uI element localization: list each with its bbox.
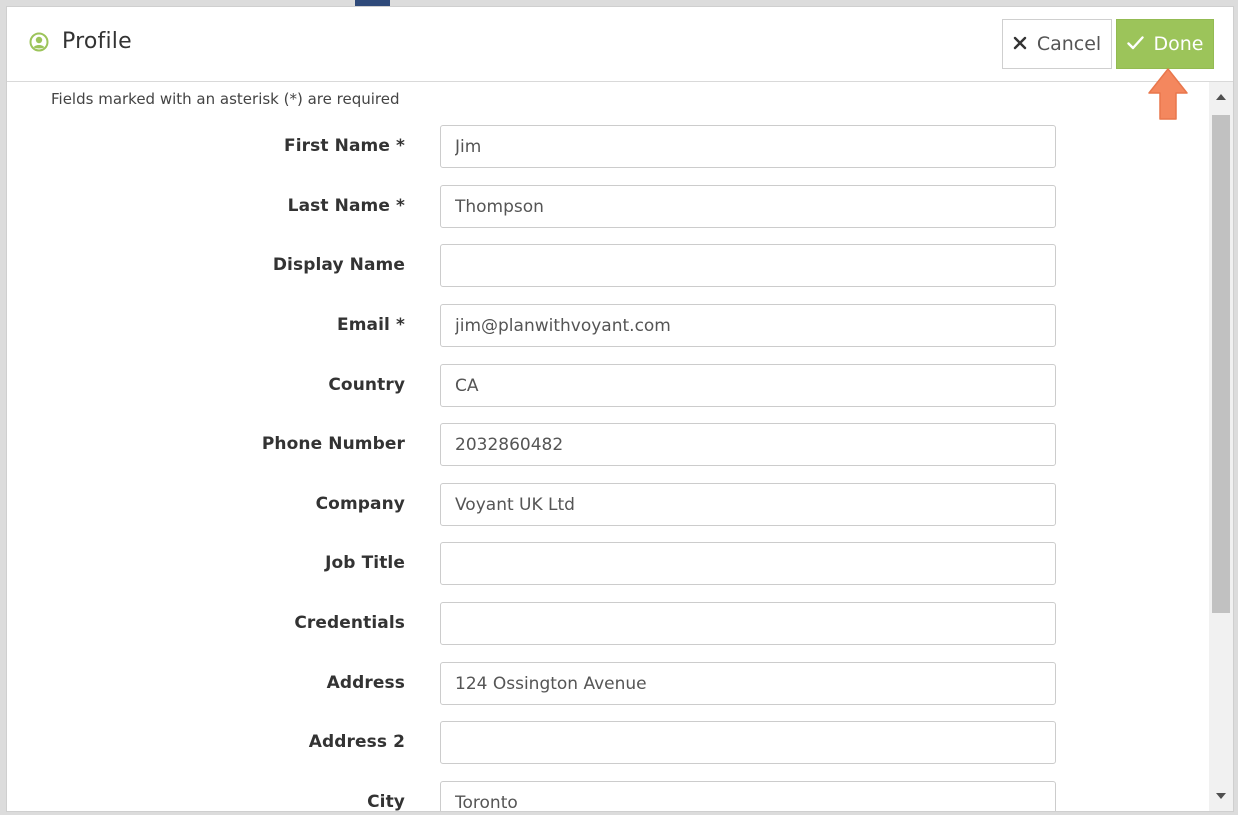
checkmark-icon xyxy=(1126,33,1144,55)
country-input[interactable] xyxy=(440,364,1056,407)
cancel-button-label: Cancel xyxy=(1036,33,1102,55)
credentials-label: Credentials xyxy=(294,613,405,633)
cancel-button[interactable]: Cancel xyxy=(1002,19,1112,69)
first-name-input[interactable] xyxy=(440,125,1056,168)
form-row-city: City xyxy=(7,781,1107,811)
dialog-title: Profile xyxy=(62,29,132,54)
display-name-label: Display Name xyxy=(272,255,405,275)
phone-number-input[interactable] xyxy=(440,423,1056,466)
phone-number-label: Phone Number xyxy=(261,434,405,454)
country-label: Country xyxy=(328,375,405,395)
form-row-phone-number: Phone Number xyxy=(7,423,1107,467)
scroll-up-arrow-icon[interactable] xyxy=(1209,86,1233,108)
form-row-address-2: Address 2 xyxy=(7,721,1107,765)
form-scroll-area: Fields marked with an asterisk (*) are r… xyxy=(7,82,1209,811)
form-row-company: Company xyxy=(7,483,1107,527)
profile-dialog: Profile Cancel Done Fields marked with a… xyxy=(6,6,1234,812)
first-name-label: First Name * xyxy=(284,136,405,156)
close-icon xyxy=(1013,33,1027,55)
form-row-country: Country xyxy=(7,364,1107,408)
company-input[interactable] xyxy=(440,483,1056,526)
form-row-first-name: First Name * xyxy=(7,125,1107,169)
vertical-scrollbar[interactable] xyxy=(1209,82,1233,811)
form-row-address: Address xyxy=(7,662,1107,706)
last-name-label: Last Name * xyxy=(287,196,405,216)
user-circle-icon xyxy=(29,32,49,52)
dialog-title-wrap: Profile xyxy=(29,29,132,54)
display-name-input[interactable] xyxy=(440,244,1056,287)
company-label: Company xyxy=(315,494,405,514)
done-button-label: Done xyxy=(1153,33,1204,55)
form-row-last-name: Last Name * xyxy=(7,185,1107,229)
city-input[interactable] xyxy=(440,781,1056,811)
done-button[interactable]: Done xyxy=(1116,19,1214,69)
form-row-job-title: Job Title xyxy=(7,542,1107,586)
address-2-label: Address 2 xyxy=(308,732,405,752)
scroll-down-arrow-icon[interactable] xyxy=(1209,785,1233,807)
last-name-input[interactable] xyxy=(440,185,1056,228)
required-fields-hint: Fields marked with an asterisk (*) are r… xyxy=(51,90,400,108)
job-title-input[interactable] xyxy=(440,542,1056,585)
credentials-input[interactable] xyxy=(440,602,1056,645)
form-row-email: Email * xyxy=(7,304,1107,348)
email-label: Email * xyxy=(337,315,405,335)
address-2-input[interactable] xyxy=(440,721,1056,764)
scrollbar-thumb[interactable] xyxy=(1212,115,1230,613)
form-row-credentials: Credentials xyxy=(7,602,1107,646)
city-label: City xyxy=(367,792,405,811)
dialog-header: Profile Cancel Done xyxy=(7,7,1233,82)
form-row-display-name: Display Name xyxy=(7,244,1107,288)
address-input[interactable] xyxy=(440,662,1056,705)
address-label: Address xyxy=(326,673,405,693)
job-title-label: Job Title xyxy=(325,553,405,573)
email-input[interactable] xyxy=(440,304,1056,347)
pointer-arrow-icon xyxy=(1147,67,1189,123)
